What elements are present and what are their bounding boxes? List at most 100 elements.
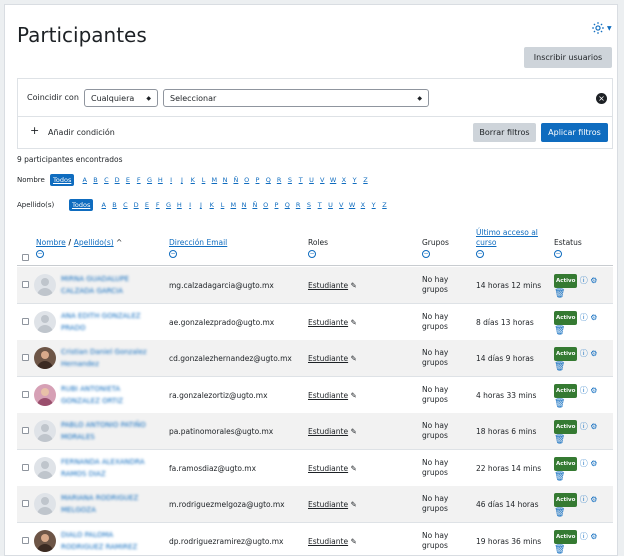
trash-icon[interactable]: 🗑 bbox=[554, 508, 565, 518]
role-link[interactable]: Estudiante bbox=[308, 318, 348, 327]
sort-last-name-link[interactable]: Apellido(s) bbox=[74, 238, 114, 247]
initial-nombre-letter-ñ[interactable]: Ñ bbox=[231, 176, 242, 184]
apply-filters-button[interactable]: Aplicar filtros bbox=[541, 123, 608, 142]
initial-nombre-letter-a[interactable]: A bbox=[79, 176, 90, 184]
initial-nombre-letter-y[interactable]: Y bbox=[349, 176, 360, 184]
sort-first-name-link[interactable]: Nombre bbox=[36, 238, 66, 247]
initial-apellido-letter-r[interactable]: R bbox=[293, 201, 304, 209]
participant-name-link[interactable]: DIALO PALOMA RODRIGUEZ RAMIREZ bbox=[61, 529, 169, 553]
initial-apellido-letter-e[interactable]: E bbox=[142, 201, 153, 209]
role-link[interactable]: Estudiante bbox=[308, 354, 348, 363]
initial-apellido-letter-l[interactable]: L bbox=[217, 201, 228, 209]
initial-nombre-letter-q[interactable]: Q bbox=[263, 176, 274, 184]
initial-nombre-letter-r[interactable]: R bbox=[274, 176, 285, 184]
initial-nombre-letter-z[interactable]: Z bbox=[360, 176, 371, 184]
initial-apellido-letter-f[interactable]: F bbox=[152, 201, 163, 209]
initial-apellido-letter-x[interactable]: X bbox=[357, 201, 368, 209]
initial-apellido-letter-s[interactable]: S bbox=[303, 201, 314, 209]
info-icon[interactable]: ⓘ bbox=[580, 532, 588, 541]
initial-nombre-letter-p[interactable]: P bbox=[252, 176, 263, 184]
row-checkbox[interactable] bbox=[22, 463, 29, 471]
add-condition-link[interactable]: Añadir condición bbox=[48, 128, 115, 137]
initial-nombre-letter-u[interactable]: U bbox=[306, 176, 317, 184]
pencil-icon[interactable]: ✎ bbox=[350, 500, 356, 509]
initial-apellido-letter-o[interactable]: O bbox=[260, 201, 271, 209]
select-all-checkbox[interactable] bbox=[22, 254, 29, 261]
initial-nombre-letter-k[interactable]: K bbox=[187, 176, 198, 184]
filter-type-select[interactable]: Seleccionar ◆ bbox=[163, 89, 429, 107]
participant-name-link[interactable]: RUBI ANTONIETA GONZALEZ ORTIZ bbox=[61, 383, 169, 407]
initial-apellido-letter-n[interactable]: N bbox=[239, 201, 250, 209]
initial-nombre-letter-w[interactable]: W bbox=[328, 176, 339, 184]
initial-apellido-letter-a[interactable]: A bbox=[98, 201, 109, 209]
role-link[interactable]: Estudiante bbox=[308, 281, 348, 290]
collapse-column-icon[interactable]: − bbox=[308, 250, 316, 258]
info-icon[interactable]: ⓘ bbox=[580, 349, 588, 358]
row-checkbox[interactable] bbox=[22, 427, 29, 434]
initial-nombre-letter-l[interactable]: L bbox=[198, 176, 209, 184]
pencil-icon[interactable]: ✎ bbox=[350, 391, 356, 400]
participant-name-link[interactable]: PABLO ANTONIO PATIÑO MORALES bbox=[61, 419, 169, 443]
initial-apellido-letter-m[interactable]: M bbox=[228, 201, 239, 209]
role-link[interactable]: Estudiante bbox=[308, 500, 348, 509]
row-checkbox[interactable] bbox=[22, 317, 29, 325]
initial-nombre-letter-t[interactable]: T bbox=[295, 176, 306, 184]
row-checkbox[interactable] bbox=[22, 281, 29, 288]
initial-nombre-letter-j[interactable]: J bbox=[177, 176, 188, 184]
initial-apellido-letter-j[interactable]: J bbox=[196, 201, 207, 209]
info-icon[interactable]: ⓘ bbox=[580, 459, 588, 468]
trash-icon[interactable]: 🗑 bbox=[554, 362, 565, 372]
initial-nombre-letter-f[interactable]: F bbox=[133, 176, 144, 184]
initial-apellido-letter-d[interactable]: D bbox=[131, 201, 142, 209]
collapse-column-icon[interactable]: − bbox=[554, 250, 562, 258]
participant-name-link[interactable]: FERNANDA ALEXANDRA RAMOS DIAZ bbox=[61, 456, 169, 480]
initial-nombre-letter-c[interactable]: C bbox=[101, 176, 112, 184]
trash-icon[interactable]: 🗑 bbox=[554, 289, 565, 299]
participant-name-link[interactable]: MIRNA GUADALUPE CALZADA GARCIA bbox=[61, 273, 169, 297]
settings-icon[interactable]: ⚙ bbox=[590, 276, 597, 285]
row-checkbox[interactable] bbox=[22, 354, 29, 361]
initial-apellido-letter-h[interactable]: H bbox=[174, 201, 185, 209]
page-actions-menu[interactable]: ▼ bbox=[591, 19, 613, 37]
row-checkbox[interactable] bbox=[22, 500, 29, 507]
initial-nombre-letter-m[interactable]: M bbox=[209, 176, 220, 184]
initial-apellido-letter-ñ[interactable]: Ñ bbox=[250, 201, 261, 209]
role-link[interactable]: Estudiante bbox=[308, 464, 348, 473]
sort-last-access-link-2[interactable]: curso bbox=[476, 238, 496, 247]
match-select[interactable]: Cualquiera ◆ bbox=[84, 89, 158, 107]
participant-name-link[interactable]: ANA EDITH GONZALEZ PRADO bbox=[61, 310, 169, 334]
initial-apellido-letter-v[interactable]: V bbox=[336, 201, 347, 209]
collapse-column-icon[interactable]: − bbox=[169, 250, 177, 258]
settings-icon[interactable]: ⚙ bbox=[590, 422, 597, 431]
initial-apellido-letter-z[interactable]: Z bbox=[379, 201, 390, 209]
clear-filters-button[interactable]: Borrar filtros bbox=[473, 123, 536, 142]
row-checkbox[interactable] bbox=[22, 390, 29, 398]
trash-icon[interactable]: 🗑 bbox=[554, 545, 565, 555]
collapse-column-icon[interactable]: − bbox=[422, 250, 430, 258]
settings-icon[interactable]: ⚙ bbox=[590, 532, 597, 541]
pencil-icon[interactable]: ✎ bbox=[350, 318, 356, 327]
initial-nombre-letter-d[interactable]: D bbox=[112, 176, 123, 184]
info-icon[interactable]: ⓘ bbox=[580, 386, 588, 395]
pencil-icon[interactable]: ✎ bbox=[350, 354, 356, 363]
pencil-icon[interactable]: ✎ bbox=[350, 464, 356, 473]
initial-nombre-letter-i[interactable]: I bbox=[166, 176, 177, 184]
enrol-users-button[interactable]: Inscribir usuarios bbox=[524, 47, 612, 68]
initial-apellido-letter-p[interactable]: P bbox=[271, 201, 282, 209]
participant-name-link[interactable]: MARIANA RODRIGUEZ MELGOZA bbox=[61, 492, 169, 516]
info-icon[interactable]: ⓘ bbox=[580, 422, 588, 431]
sort-last-access-link[interactable]: Último acceso al bbox=[476, 228, 538, 237]
settings-icon[interactable]: ⚙ bbox=[590, 459, 597, 468]
plus-icon[interactable]: + bbox=[30, 125, 39, 136]
initial-nombre-letter-v[interactable]: V bbox=[317, 176, 328, 184]
info-icon[interactable]: ⓘ bbox=[580, 495, 588, 504]
initials-all-button[interactable]: Todos bbox=[50, 174, 75, 186]
participant-name-link[interactable]: Cristian Daniel Gonzalez Hernandez bbox=[61, 346, 169, 370]
trash-icon[interactable]: 🗑 bbox=[554, 472, 565, 482]
initial-apellido-letter-i[interactable]: I bbox=[185, 201, 196, 209]
initial-nombre-letter-o[interactable]: O bbox=[241, 176, 252, 184]
info-icon[interactable]: ⓘ bbox=[580, 313, 588, 322]
initial-apellido-letter-w[interactable]: W bbox=[347, 201, 358, 209]
settings-icon[interactable]: ⚙ bbox=[590, 386, 597, 395]
initial-nombre-letter-x[interactable]: X bbox=[338, 176, 349, 184]
